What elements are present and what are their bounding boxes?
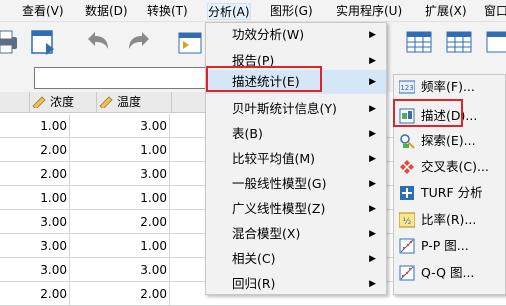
recall-dialog-icon[interactable] [28,27,58,57]
menu-item-correlate[interactable]: 相关(C) ▶ [206,247,386,271]
turf-icon [400,186,414,200]
variables-grid-icon[interactable] [404,27,434,57]
menu-view[interactable]: 查看(V) [22,3,64,20]
column-header-temperature[interactable]: 温度 [97,92,172,113]
submenu-arrow-icon: ▶ [369,30,376,40]
submenu-arrow-icon: ▶ [369,154,376,164]
submenu-item-crosstabs[interactable]: 交叉表(C)... [394,155,506,179]
cell[interactable]: 3.00 [70,258,170,282]
menu-transform[interactable]: 转换(T) [147,3,188,20]
menu-item-label: 广义线性模型(Z) [232,201,326,216]
submenu-item-label: 比率(R)... [421,212,477,227]
ratio-icon: ½ [399,212,415,228]
submenu-item-label: 探索(E)... [421,133,476,148]
submenu-item-label: 频率(F)... [421,79,475,94]
menu-extensions[interactable]: 扩展(X) [425,3,467,20]
menu-item-tables[interactable]: 表(B) ▶ [206,122,386,146]
menu-item-label: 回归(R) [232,276,276,291]
cell[interactable]: 1.00 [70,138,170,162]
menu-item-general-linear-model[interactable]: 一般线性模型(G) ▶ [206,172,386,196]
highlight-box-descriptives [393,99,463,127]
print-icon[interactable] [0,27,22,57]
row-number-header [0,92,30,113]
data-grid-icon[interactable] [444,27,474,57]
cell[interactable]: 3.00 [0,210,70,234]
cell[interactable]: 3.00 [0,234,70,258]
cell[interactable]: 2.00 [70,210,170,234]
cell[interactable]: 3.00 [70,162,170,186]
menu-item-label: 混合模型(X) [232,226,301,241]
cell[interactable]: 3.00 [0,258,70,282]
submenu-item-frequencies[interactable]: 123 频率(F)... [394,75,506,99]
split-file-icon[interactable] [484,27,506,57]
column-name: 温度 [117,95,142,109]
cell[interactable]: 2.00 [0,162,70,186]
submenu-item-qq-plots[interactable]: Q-Q 图... [394,261,506,285]
menu-item-generalized-linear-models[interactable]: 广义线性模型(Z) ▶ [206,197,386,221]
undo-icon[interactable] [82,27,112,57]
submenu-arrow-icon: ▶ [369,77,376,87]
menu-data[interactable]: 数据(D) [85,3,128,20]
menu-item-label: 贝叶斯统计信息(Y) [232,101,337,116]
qq-plot-icon [399,265,415,281]
analyze-dropdown-menu: 功效分析(W) ▶ 报告(P) ▶ 描述统计(E) ▶ 贝叶斯统计信息(Y) ▶… [205,22,387,295]
submenu-arrow-icon: ▶ [369,204,376,214]
menu-window[interactable]: 窗口 [484,3,506,20]
pp-plot-icon [399,238,415,254]
submenu-item-label: 交叉表(C)... [421,159,489,174]
menu-bar: 查看(V) 数据(D) 转换(T) 分析(A) 图形(G) 实用程序(U) 扩展… [0,0,506,22]
submenu-arrow-icon: ▶ [369,229,376,239]
column-header-empty[interactable] [172,92,206,113]
submenu-item-label: Q-Q 图... [421,265,475,280]
cell[interactable]: 2.00 [0,138,70,162]
menu-item-mixed-models[interactable]: 混合模型(X) ▶ [206,222,386,246]
submenu-arrow-icon: ▶ [369,104,376,114]
cell-value-input[interactable] [34,67,214,89]
goto-case-icon[interactable] [175,27,205,57]
menu-item-label: 比较平均值(M) [232,151,316,166]
submenu-item-ratio[interactable]: ½ 比率(R)... [394,208,506,232]
submenu-arrow-icon: ▶ [369,129,376,139]
frequencies-icon: 123 [399,80,415,94]
submenu-item-label: P-P 图... [421,238,469,253]
submenu-arrow-icon: ▶ [369,279,376,289]
cell[interactable]: 2.00 [70,282,170,306]
menu-analyze[interactable]: 分析(A) [207,3,251,20]
menu-item-bayesian-statistics[interactable]: 贝叶斯统计信息(Y) ▶ [206,97,386,121]
submenu-item-explore[interactable]: 探索(E)... [394,129,506,153]
svg-text:123: 123 [400,84,413,92]
submenu-arrow-icon: ▶ [369,179,376,189]
menu-item-label: 一般线性模型(G) [232,176,327,191]
crosstabs-icon [400,160,414,174]
menu-item-label: 表(B) [232,126,263,141]
menu-utilities[interactable]: 实用程序(U) [336,3,402,20]
cell[interactable]: 2.00 [0,282,70,306]
cell[interactable]: 1.00 [0,186,70,210]
menu-graphs[interactable]: 图形(G) [270,3,313,20]
submenu-arrow-icon: ▶ [369,254,376,264]
scale-measure-icon [99,96,113,108]
column-name: 浓度 [50,95,75,109]
submenu-item-label: TURF 分析 [421,185,483,200]
cell[interactable]: 1.00 [70,186,170,210]
menu-item-label: 相关(C) [232,251,276,266]
highlight-box-descriptive-statistics [206,66,322,92]
submenu-item-turf-analysis[interactable]: TURF 分析 [394,181,506,205]
svg-text:½: ½ [403,217,412,227]
scale-measure-icon [32,96,46,108]
explore-icon [400,134,415,149]
column-header-concentration[interactable]: 浓度 [30,92,97,113]
redo-icon[interactable] [125,27,155,57]
submenu-item-pp-plots[interactable]: P-P 图... [394,234,506,258]
menu-item-regression[interactable]: 回归(R) ▶ [206,272,386,296]
menu-item-label: 功效分析(W) [232,27,305,42]
cell[interactable]: 1.00 [0,114,70,138]
cell[interactable]: 1.00 [70,234,170,258]
menu-item-power-analysis[interactable]: 功效分析(W) ▶ [206,23,386,47]
menu-item-compare-means[interactable]: 比较平均值(M) ▶ [206,147,386,171]
cell[interactable]: 3.00 [70,114,170,138]
